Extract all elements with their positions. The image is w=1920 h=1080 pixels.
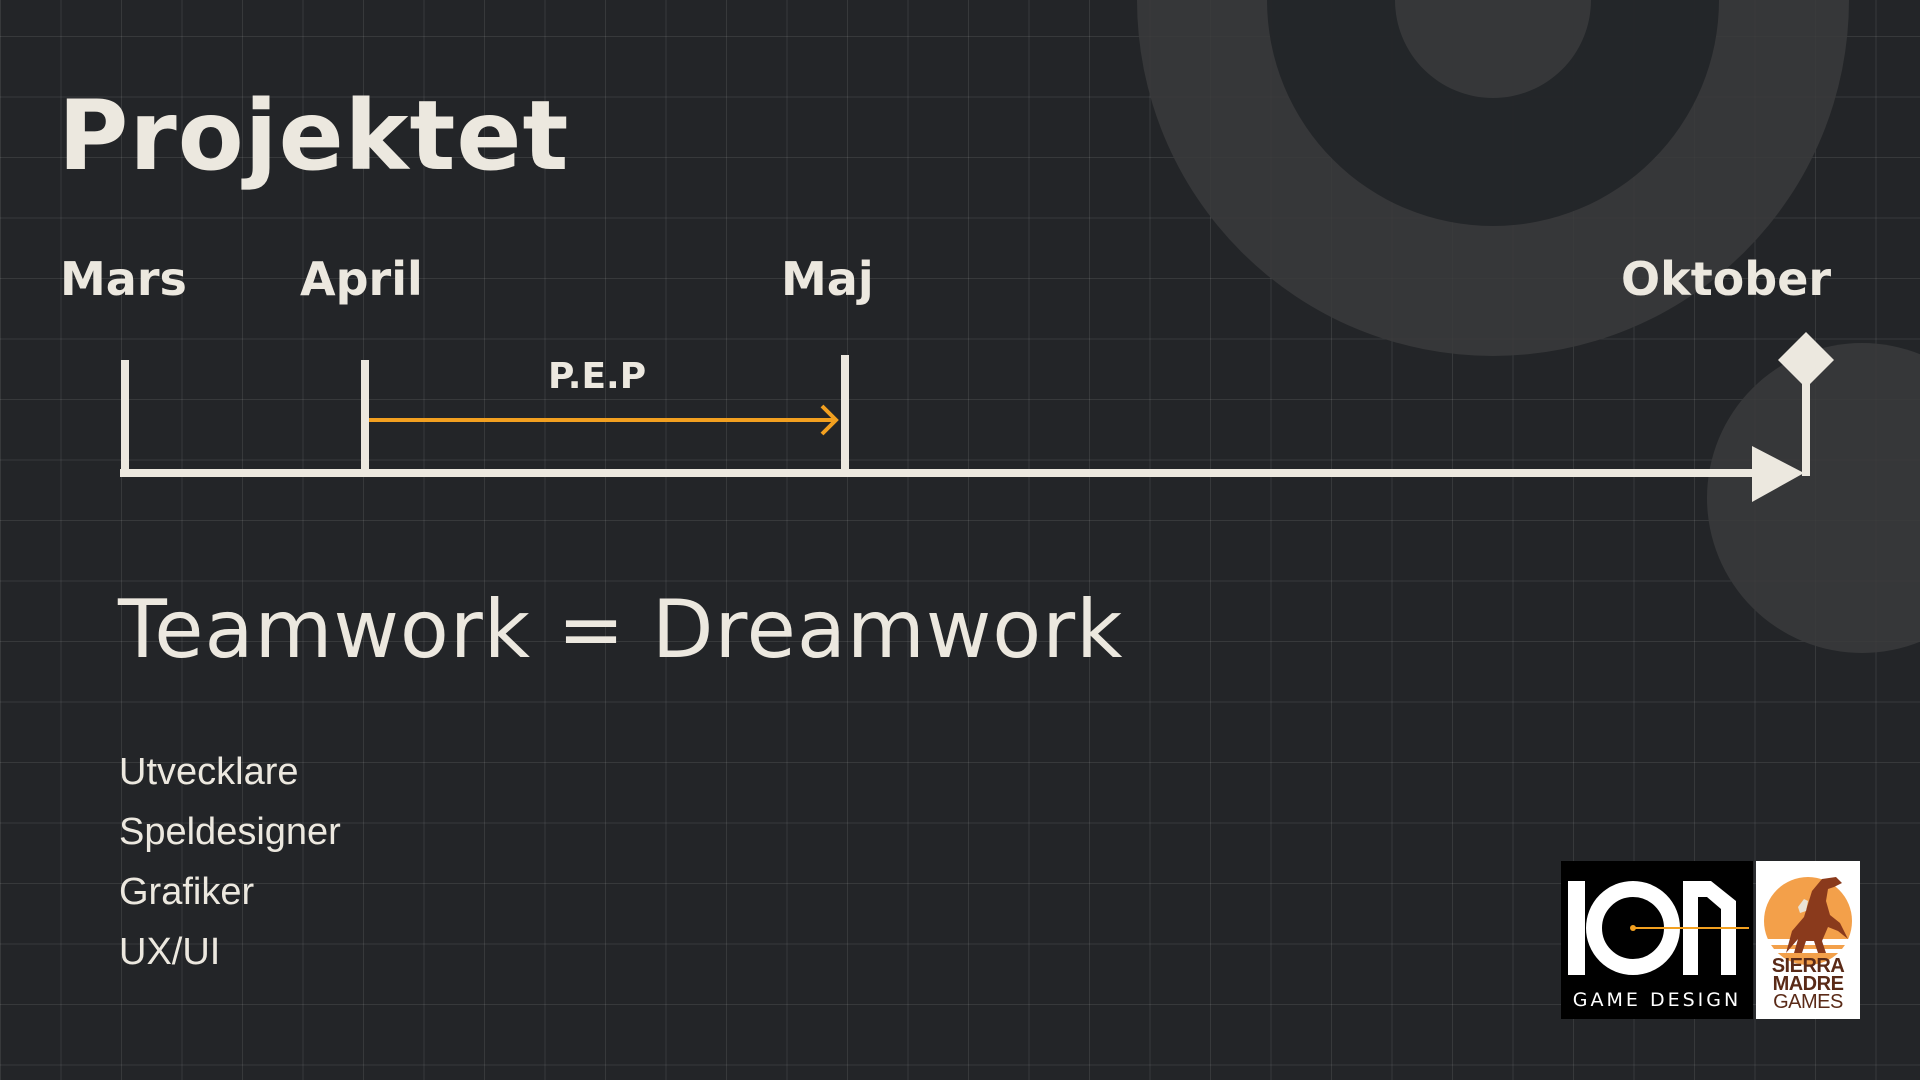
slide: Projektet Mars April Maj Oktober P.E.P T… (0, 0, 1920, 1080)
month-label-mars: Mars (60, 252, 187, 306)
month-label-april: April (300, 252, 423, 306)
role-item: Utvecklare (119, 751, 299, 793)
phase-label-pep: P.E.P (548, 356, 647, 397)
sierra-madre-logo: SIERRA MADRE GAMES (1756, 861, 1860, 1019)
role-item: Speldesigner (119, 811, 341, 853)
motto-heading: Teamwork = Dreamwork (118, 583, 1124, 676)
ion-logo: GAME DESIGN (1561, 861, 1753, 1019)
deco-circle-ring (1267, 0, 1719, 226)
role-item: UX/UI (119, 931, 221, 973)
month-label-maj: Maj (781, 252, 874, 306)
sierra-horizon-2 (1764, 949, 1852, 953)
sierra-line-3: GAMES (1773, 991, 1843, 1013)
role-item: Grafiker (119, 871, 255, 913)
month-label-oktober: Oktober (1621, 252, 1832, 306)
roles-list: Utvecklare Speldesigner Grafiker UX/UI (119, 742, 341, 982)
sierra-madre-wordmark: SIERRA MADRE GAMES (1756, 956, 1860, 1013)
deco-circle-inner (1395, 0, 1591, 98)
deco-circle-right (1707, 343, 1920, 653)
pep-arrowhead-icon (820, 404, 839, 436)
ion-letter-i (1568, 881, 1585, 975)
milestone-diamond-icon (1778, 332, 1834, 388)
ion-core-dot (1630, 925, 1636, 931)
page-title: Projektet (58, 80, 570, 192)
ion-caption: GAME DESIGN (1572, 989, 1742, 1011)
arrowhead-icon (1752, 446, 1804, 502)
